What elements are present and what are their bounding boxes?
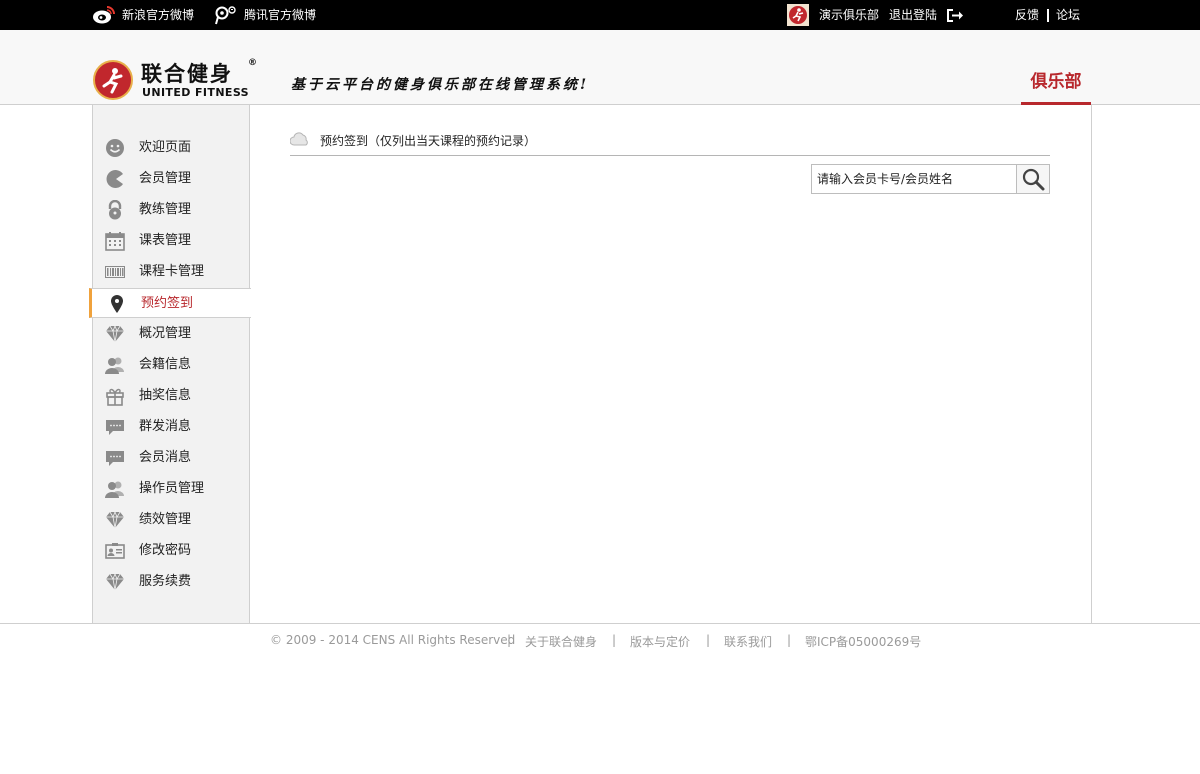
sidebar-item-label: 教练管理 xyxy=(139,202,192,217)
sidebar-item-label: 概况管理 xyxy=(139,326,192,341)
smiley-icon xyxy=(106,139,124,157)
sidebar-item-label: 会籍信息 xyxy=(139,357,192,372)
tab-club[interactable]: 俱乐部 xyxy=(1021,70,1091,105)
member-search-input[interactable] xyxy=(811,164,1017,194)
brand-name-cn: 联合健身 xyxy=(141,61,233,86)
sidebar: 欢迎页面 会员管理 教练管理 课表管理 课程卡管理 预约签到 概况管理 会籍信息… xyxy=(89,105,251,623)
pacman-icon xyxy=(106,170,123,188)
sidebar-item-label: 服务续费 xyxy=(139,574,192,589)
club-name[interactable]: 演示俱乐部 xyxy=(819,0,879,30)
sidebar-item-label: 课程卡管理 xyxy=(139,264,205,279)
icp-link[interactable]: 鄂ICP备05000269号 xyxy=(805,633,921,650)
sidebar-item-coaches[interactable]: 教练管理 xyxy=(93,195,250,225)
brand-name-en: UNITED FITNESS xyxy=(142,86,249,99)
sidebar-item-course-cards[interactable]: 课程卡管理 xyxy=(93,257,250,287)
footer-separator: | xyxy=(706,633,711,647)
sidebar-item-label: 抽奖信息 xyxy=(139,388,192,403)
sidebar-item-overview[interactable]: 概况管理 xyxy=(93,319,250,349)
calendar-icon xyxy=(105,232,125,251)
section-header: 预约签到（仅列出当天课程的预约记录） xyxy=(290,128,1050,156)
registered-mark: ® xyxy=(248,58,257,68)
footer-separator: | xyxy=(612,633,617,647)
map-pin-icon xyxy=(111,295,123,313)
gift-icon xyxy=(106,388,124,406)
id-card-icon xyxy=(105,543,125,559)
sidebar-item-label: 操作员管理 xyxy=(139,481,205,496)
diamond-icon xyxy=(106,572,124,591)
sidebar-item-label: 群发消息 xyxy=(139,419,192,434)
sidebar-item-label: 欢迎页面 xyxy=(139,140,192,155)
footer-separator: | xyxy=(787,633,792,647)
barcode-icon xyxy=(105,266,125,278)
lock-icon xyxy=(108,200,122,220)
slogan: 基于云平台的健身俱乐部在线管理系统! xyxy=(291,77,590,93)
chat-bubble-icon xyxy=(106,451,124,466)
search-icon xyxy=(1022,168,1045,191)
sidebar-item-members[interactable]: 会员管理 xyxy=(93,164,250,194)
sidebar-item-broadcast[interactable]: 群发消息 xyxy=(93,412,250,442)
forum-link[interactable]: 论坛 xyxy=(1056,0,1080,30)
sidebar-item-lottery[interactable]: 抽奖信息 xyxy=(93,381,250,411)
chat-bubble-icon xyxy=(106,420,124,435)
tencent-weibo-icon[interactable] xyxy=(214,5,238,25)
sidebar-item-performance[interactable]: 绩效管理 xyxy=(93,505,250,535)
topbar-divider xyxy=(1047,9,1049,22)
users-icon xyxy=(105,481,124,498)
footer-divider xyxy=(0,623,1200,624)
sidebar-item-renewal[interactable]: 服务续费 xyxy=(93,567,250,597)
copyright: © 2009 - 2014 CENS All Rights Reserved xyxy=(270,633,516,647)
top-bar: 新浪官方微博 腾讯官方微博 演示俱乐部 退出登陆 反馈 论坛 xyxy=(0,0,1200,30)
site-header: 联合健身 ® UNITED FITNESS 基于云平台的健身俱乐部在线管理系统!… xyxy=(0,30,1200,105)
cloud-icon xyxy=(290,132,308,146)
sidebar-item-label: 课表管理 xyxy=(139,233,192,248)
sidebar-item-welcome[interactable]: 欢迎页面 xyxy=(93,133,250,163)
pricing-link[interactable]: 版本与定价 xyxy=(630,633,690,650)
sina-weibo-icon[interactable] xyxy=(92,5,116,25)
logout-icon[interactable] xyxy=(946,8,964,23)
sidebar-item-change-password[interactable]: 修改密码 xyxy=(93,536,250,566)
sidebar-item-label: 绩效管理 xyxy=(139,512,192,527)
sidebar-item-booking-checkin[interactable]: 预约签到 xyxy=(89,288,251,318)
sidebar-item-label: 预约签到 xyxy=(141,296,194,311)
diamond-icon xyxy=(106,510,124,529)
sidebar-item-label: 会员消息 xyxy=(139,450,192,465)
brand-logo-icon[interactable] xyxy=(93,60,133,100)
club-avatar-icon xyxy=(787,4,809,26)
feedback-link[interactable]: 反馈 xyxy=(1015,0,1039,30)
sidebar-item-membership-info[interactable]: 会籍信息 xyxy=(93,350,250,380)
sina-weibo-link[interactable]: 新浪官方微博 xyxy=(122,0,194,30)
footer-separator: | xyxy=(507,633,512,647)
contact-link[interactable]: 联系我们 xyxy=(724,633,772,650)
sidebar-item-label: 修改密码 xyxy=(139,543,192,558)
footer: © 2009 - 2014 CENS All Rights Reserved |… xyxy=(0,633,1200,651)
sidebar-item-operators[interactable]: 操作员管理 xyxy=(93,474,250,504)
sidebar-item-schedule[interactable]: 课表管理 xyxy=(93,226,250,256)
users-icon xyxy=(105,357,124,374)
search-button[interactable] xyxy=(1016,164,1050,194)
section-title: 预约签到（仅列出当天课程的预约记录） xyxy=(320,134,537,148)
diamond-icon xyxy=(106,324,124,343)
sidebar-item-member-messages[interactable]: 会员消息 xyxy=(93,443,250,473)
about-link[interactable]: 关于联合健身 xyxy=(525,633,597,650)
logout-link[interactable]: 退出登陆 xyxy=(889,0,937,30)
sidebar-item-label: 会员管理 xyxy=(139,171,192,186)
tencent-weibo-link[interactable]: 腾讯官方微博 xyxy=(244,0,316,30)
